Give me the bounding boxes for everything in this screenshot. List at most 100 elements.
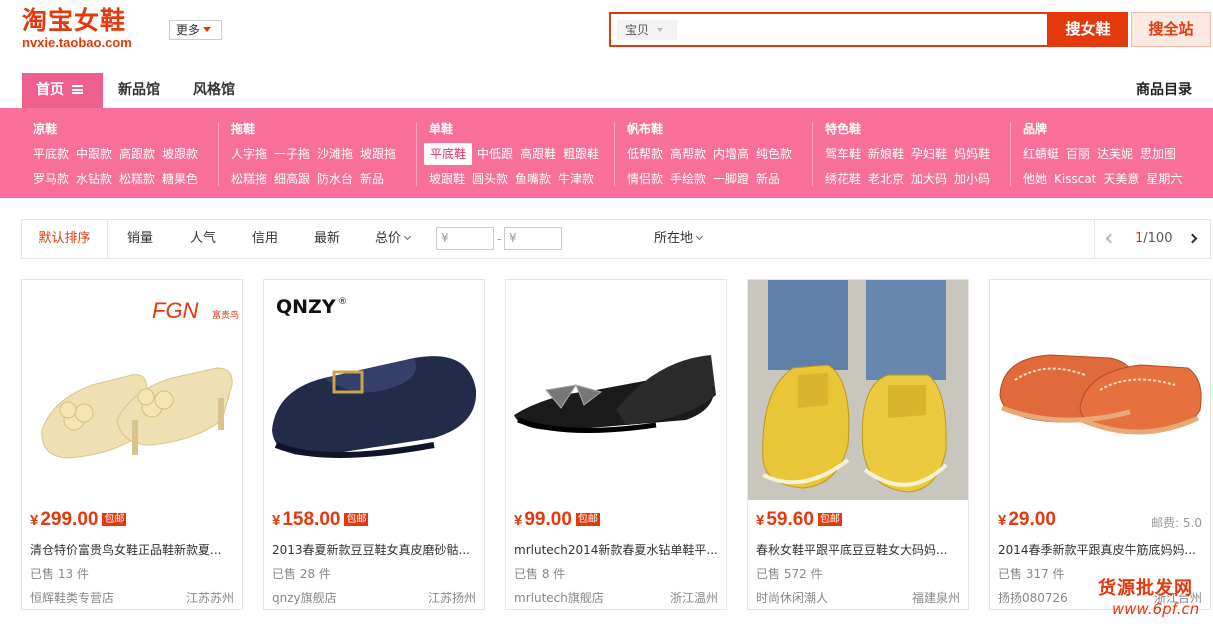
- search-shoes-button[interactable]: 搜女鞋: [1048, 12, 1128, 47]
- category-group: 帆布鞋 低帮款 高帮款 内增高 纯色款 情侣款 手绘款 一脚蹬 新品: [627, 120, 799, 193]
- category-link[interactable]: 中低跟: [477, 143, 513, 165]
- category-row: 低帮款 高帮款 内增高 纯色款: [627, 143, 799, 168]
- category-link[interactable]: 高跟款: [119, 143, 155, 165]
- product-card[interactable]: ¥29.00 邮费: 5.0 2014春季新款平跟真皮牛筋底妈妈... 已售 317 …: [989, 279, 1211, 610]
- product-card[interactable]: ¥59.60 包邮 春秋女鞋平跟平底豆豆鞋女大码妈... 已售 572 件时尚休闲潮人…: [747, 279, 969, 610]
- category-link[interactable]: 内增高: [713, 143, 749, 165]
- svg-text:FGN: FGN: [152, 298, 199, 323]
- shop-name[interactable]: mrlutech旗舰店: [514, 589, 604, 606]
- category-link[interactable]: 平底鞋: [424, 143, 473, 165]
- category-link[interactable]: 红蜻蜓: [1023, 143, 1059, 165]
- category-link[interactable]: 纯色款: [756, 143, 792, 165]
- search-all-button[interactable]: 搜全站: [1131, 12, 1211, 47]
- category-link[interactable]: 粗跟鞋: [563, 143, 599, 165]
- category-link[interactable]: 高跟鞋: [520, 143, 556, 165]
- price-min-input[interactable]: ¥: [436, 227, 494, 250]
- product-catalog-link[interactable]: 商品目录: [1136, 73, 1192, 108]
- product-price: ¥99.00 包邮: [514, 509, 600, 531]
- shop-name[interactable]: qnzy旗舰店: [272, 589, 337, 606]
- category-link[interactable]: 加大码: [911, 168, 947, 190]
- category-link[interactable]: 驾车鞋: [825, 143, 861, 165]
- price-max-input[interactable]: ¥: [504, 227, 562, 250]
- location-filter[interactable]: 所在地: [654, 220, 704, 258]
- category-link[interactable]: 坡跟款: [162, 143, 198, 165]
- category-link[interactable]: Kisscat: [1054, 168, 1096, 190]
- sort-latest[interactable]: 最新: [314, 220, 340, 258]
- product-image[interactable]: QNZY ®: [264, 280, 484, 500]
- sort-popularity[interactable]: 人气: [190, 220, 216, 258]
- category-link[interactable]: 手绘款: [670, 168, 706, 190]
- nav-style-tab[interactable]: 风格馆: [193, 73, 235, 108]
- sort-default[interactable]: 默认排序: [22, 220, 108, 258]
- category-link[interactable]: 新品: [756, 168, 780, 190]
- product-title[interactable]: 2014春季新款平跟真皮牛筋底妈妈...: [998, 541, 1203, 558]
- category-link[interactable]: 低帮款: [627, 143, 663, 165]
- category-link[interactable]: 一脚蹬: [713, 168, 749, 190]
- category-link[interactable]: 他她: [1023, 168, 1047, 190]
- search-scope-select[interactable]: 宝贝: [617, 20, 677, 40]
- product-card[interactable]: FGN 富贵鸟 ¥299.00 包邮 清仓特价富贵鸟女鞋正品鞋新款夏... 已售 13 件…: [21, 279, 243, 610]
- product-image[interactable]: [990, 280, 1210, 500]
- category-link[interactable]: 星期六: [1146, 168, 1182, 190]
- price-value: 59.60: [766, 509, 814, 530]
- category-link[interactable]: 罗马款: [33, 168, 69, 190]
- category-link[interactable]: 百丽: [1066, 143, 1090, 165]
- category-link[interactable]: 天美意: [1103, 168, 1139, 190]
- category-link[interactable]: 达芙妮: [1097, 143, 1133, 165]
- category-link[interactable]: 加小码: [954, 168, 990, 190]
- product-title[interactable]: 春秋女鞋平跟平底豆豆鞋女大码妈...: [756, 541, 961, 558]
- sort-price[interactable]: 总价: [375, 220, 412, 258]
- product-title[interactable]: 清仓特价富贵鸟女鞋正品鞋新款夏...: [30, 541, 235, 558]
- sort-credit[interactable]: 信用: [252, 220, 278, 258]
- category-link[interactable]: 坡跟拖: [360, 143, 396, 165]
- category-link[interactable]: 新品: [360, 168, 384, 190]
- more-dropdown[interactable]: 更多: [169, 20, 222, 40]
- category-link[interactable]: 糖果色: [162, 168, 198, 190]
- shop-name[interactable]: 恒辉鞋类专营店: [30, 589, 114, 606]
- category-link[interactable]: 高帮款: [670, 143, 706, 165]
- category-link[interactable]: 细高跟: [274, 168, 310, 190]
- category-link[interactable]: 妈妈鞋: [954, 143, 990, 165]
- product-card[interactable]: QNZY ® ¥158.00 包邮 2013春夏新款豆豆鞋女真皮磨砂骷... 已售 28 …: [263, 279, 485, 610]
- category-title[interactable]: 凉鞋: [33, 120, 205, 138]
- sort-sales[interactable]: 销量: [127, 220, 153, 258]
- search-input[interactable]: [683, 16, 1043, 44]
- site-logo[interactable]: 淘宝女鞋 nvxie.taobao.com: [22, 6, 167, 54]
- category-link[interactable]: 思加图: [1140, 143, 1176, 165]
- category-link[interactable]: 防水台: [317, 168, 353, 190]
- product-image[interactable]: [748, 280, 968, 500]
- category-title[interactable]: 品牌: [1023, 120, 1189, 138]
- category-link[interactable]: 松糕款: [119, 168, 155, 190]
- shop-name[interactable]: 扬扬080726: [998, 589, 1068, 606]
- next-page-icon[interactable]: [1187, 233, 1198, 244]
- category-link[interactable]: 情侣款: [627, 168, 663, 190]
- product-title[interactable]: 2013春夏新款豆豆鞋女真皮磨砂骷...: [272, 541, 477, 558]
- category-link[interactable]: 新娘鞋: [868, 143, 904, 165]
- category-link[interactable]: 牛津款: [558, 168, 594, 190]
- nav-home-tab[interactable]: 首页: [22, 73, 103, 108]
- category-link[interactable]: 圆头款: [472, 168, 508, 190]
- category-link[interactable]: 沙滩拖: [317, 143, 353, 165]
- category-title[interactable]: 特色鞋: [825, 120, 997, 138]
- product-card[interactable]: ¥99.00 包邮 mrlutech2014新款春夏水钻单鞋平... 已售 8 件 mr…: [505, 279, 727, 610]
- category-link[interactable]: 孕妇鞋: [911, 143, 947, 165]
- category-link[interactable]: 水钻款: [76, 168, 112, 190]
- category-link[interactable]: 坡跟鞋: [429, 168, 465, 190]
- category-title[interactable]: 单鞋: [429, 120, 606, 138]
- category-link[interactable]: 中跟款: [76, 143, 112, 165]
- category-link[interactable]: 老北京: [868, 168, 904, 190]
- category-link[interactable]: 人字拖: [231, 143, 267, 165]
- category-link[interactable]: 松糕拖: [231, 168, 267, 190]
- nav-new-tab[interactable]: 新品馆: [118, 73, 160, 108]
- category-link[interactable]: 平底款: [33, 143, 69, 165]
- product-image[interactable]: [506, 280, 726, 500]
- prev-page-icon[interactable]: [1105, 233, 1116, 244]
- category-title[interactable]: 拖鞋: [231, 120, 403, 138]
- shop-name[interactable]: 时尚休闲潮人: [756, 589, 828, 606]
- category-link[interactable]: 鱼嘴款: [515, 168, 551, 190]
- product-title[interactable]: mrlutech2014新款春夏水钻单鞋平...: [514, 541, 719, 558]
- category-link[interactable]: 一子拖: [274, 143, 310, 165]
- product-image[interactable]: FGN 富贵鸟: [22, 280, 242, 500]
- category-link[interactable]: 绣花鞋: [825, 168, 861, 190]
- category-title[interactable]: 帆布鞋: [627, 120, 799, 138]
